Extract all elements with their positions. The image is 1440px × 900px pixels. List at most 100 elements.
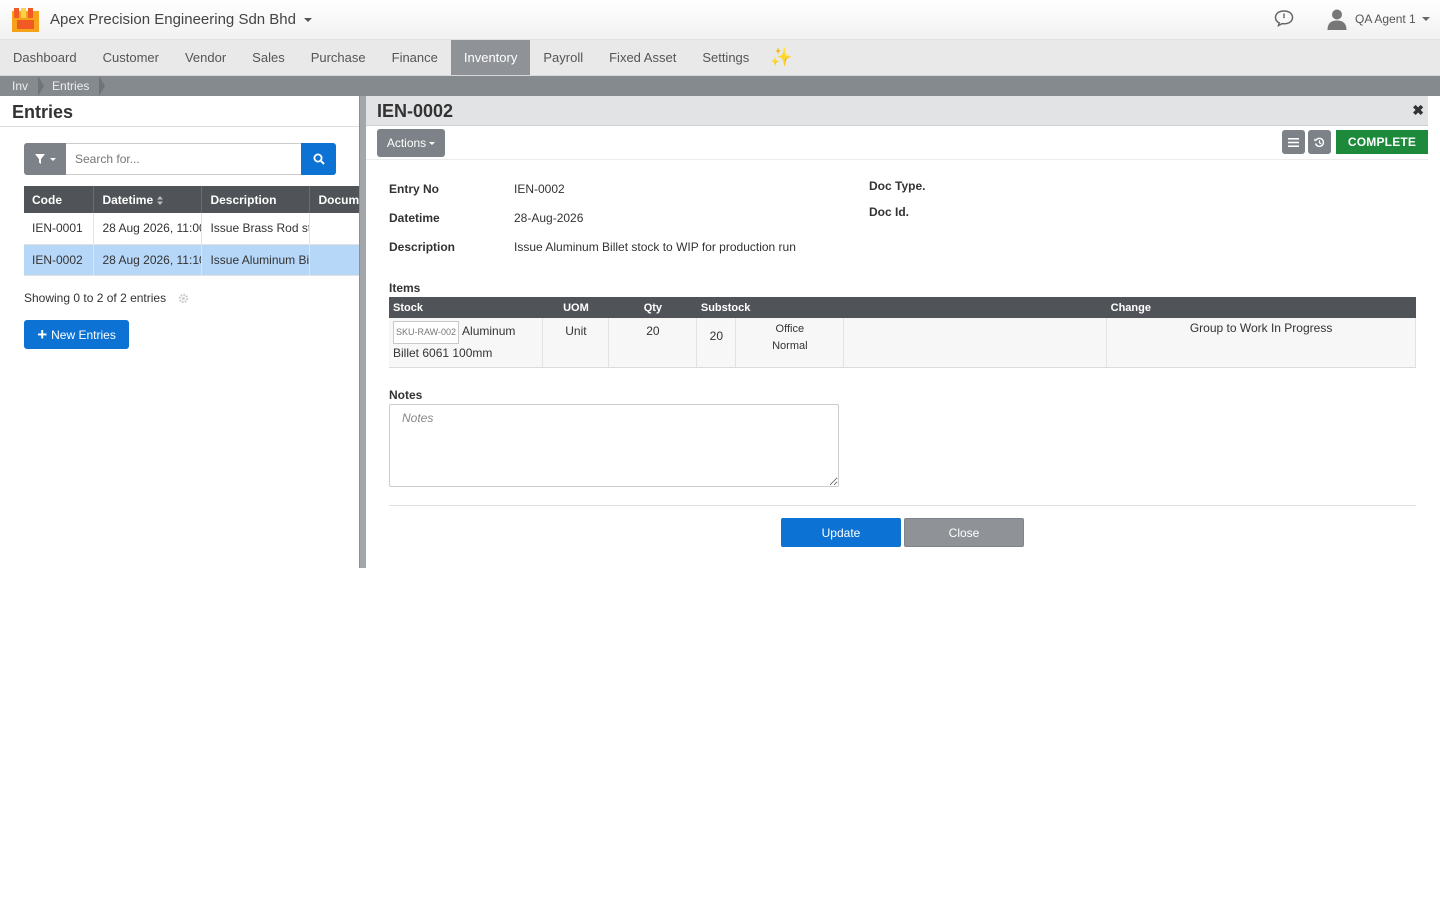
doc-type-label: Doc Type. [869, 179, 926, 193]
cell-datetime: 28 Aug 2026, 11:10 [93, 244, 203, 276]
filter-icon [34, 154, 45, 164]
column-header-change: Change [1106, 297, 1416, 318]
doc-id-label: Doc Id. [869, 205, 910, 219]
item-qty: 20 [608, 318, 698, 368]
detail-header: IEN-0002 ✖ [366, 96, 1428, 126]
table-row[interactable]: IEN-0002 28 Aug 2026, 11:10 Issue Alumin… [24, 244, 360, 276]
list-view-button[interactable] [1282, 130, 1305, 154]
item-row[interactable]: SKU-RAW-002 Aluminum Billet 6061 100mm Un… [389, 318, 1416, 368]
nav-inventory[interactable]: Inventory [450, 40, 531, 75]
close-button[interactable]: Close [904, 518, 1024, 547]
history-button[interactable] [1308, 130, 1331, 154]
chevron-down-icon [49, 157, 56, 161]
cell-datetime: 28 Aug 2026, 11:00 [93, 213, 203, 245]
history-icon [1314, 137, 1325, 147]
breadcrumb: Inv Entries [0, 76, 1440, 96]
sparkle-icon[interactable]: ✨ [762, 40, 800, 75]
cell-code: IEN-0001 [24, 213, 95, 245]
column-header-substock: Substock [696, 297, 1107, 318]
entry-no-value: IEN-0002 [514, 182, 565, 196]
column-header-code[interactable]: Code [24, 186, 95, 213]
cell-document [309, 213, 360, 245]
chevron-down-icon [304, 18, 312, 23]
entry-detail-panel: IEN-0002 ✖ Actions COMPLETE Entry No IEN… [366, 96, 1428, 568]
list-icon [1288, 137, 1299, 147]
app-logo-icon[interactable] [12, 8, 39, 32]
nav-payroll[interactable]: Payroll [530, 40, 596, 75]
items-label: Items [389, 281, 421, 295]
actions-label: Actions [386, 136, 427, 150]
nav-fixed-asset[interactable]: Fixed Asset [596, 40, 689, 75]
chevron-down-icon [1421, 17, 1430, 21]
column-header-uom: UOM [542, 297, 609, 318]
gear-icon[interactable] [178, 293, 189, 304]
sku-badge: SKU-RAW-002 [393, 321, 460, 344]
search-icon [313, 153, 325, 165]
column-header-description[interactable]: Description [201, 186, 311, 213]
list-title: Entries [12, 102, 74, 122]
update-button[interactable]: Update [781, 518, 901, 547]
status-badge: COMPLETE [1336, 130, 1428, 154]
filter-button[interactable] [24, 143, 66, 175]
main-nav: Dashboard Customer Vendor Sales Purchase… [0, 40, 1440, 76]
item-substock-type: Normal [772, 340, 808, 352]
divider [389, 505, 1416, 506]
plus-icon: + [37, 325, 48, 344]
close-icon[interactable]: ✖ [1412, 102, 1424, 119]
user-avatar-icon [1327, 9, 1347, 30]
cell-code: IEN-0002 [24, 244, 95, 276]
nav-finance[interactable]: Finance [379, 40, 451, 75]
detail-toolbar: Actions COMPLETE [366, 127, 1428, 160]
nav-customer[interactable]: Customer [90, 40, 172, 75]
breadcrumb-entries[interactable]: Entries [38, 76, 106, 96]
datetime-value: 28-Aug-2026 [514, 211, 584, 225]
entries-table: Code Datetime Description Docum IEN-0001… [24, 186, 360, 276]
item-uom: Unit [542, 318, 610, 368]
user-name: QA Agent 1 [1355, 12, 1416, 26]
detail-title: IEN-0002 [377, 101, 454, 121]
column-header-stock: Stock [389, 297, 543, 318]
pagination-info: Showing 0 to 2 of 2 entries [24, 291, 189, 305]
search-button[interactable] [301, 143, 336, 175]
chevron-down-icon [429, 141, 436, 145]
actions-dropdown[interactable]: Actions [377, 129, 445, 157]
item-change: Group to Work In Progress [1106, 318, 1416, 368]
description-label: Description [389, 240, 456, 254]
column-header-document[interactable]: Docum [309, 186, 360, 213]
nav-vendor[interactable]: Vendor [172, 40, 239, 75]
sort-icon [157, 195, 164, 205]
entry-no-label: Entry No [389, 182, 440, 196]
company-name: Apex Precision Engineering Sdn Bhd [50, 11, 296, 28]
item-substock-qty: 20 [696, 318, 737, 368]
nav-purchase[interactable]: Purchase [298, 40, 379, 75]
new-entries-label: New Entries [51, 327, 116, 342]
item-substock-location: Office [775, 323, 805, 335]
breadcrumb-inv[interactable]: Inv [0, 76, 45, 96]
description-value: Issue Aluminum Billet stock to WIP for p… [514, 240, 796, 254]
items-table: Stock UOM Qty Substock Change SKU-RAW-00… [389, 297, 1416, 368]
panel-resize-handle[interactable] [359, 96, 366, 568]
nav-sales[interactable]: Sales [239, 40, 298, 75]
datetime-label: Datetime [389, 211, 440, 225]
cell-description: Issue Aluminum Bi [201, 244, 311, 276]
notes-textarea[interactable] [389, 404, 839, 487]
item-substock-extra [843, 318, 1108, 368]
cell-document [309, 244, 360, 276]
nav-dashboard[interactable]: Dashboard [0, 40, 90, 75]
company-switcher[interactable]: Apex Precision Engineering Sdn Bhd [50, 11, 312, 28]
entries-list-panel: Entries Code Datetime Description Docum … [0, 96, 360, 568]
cell-description: Issue Brass Rod st [201, 213, 311, 245]
new-entries-button[interactable]: + New Entries [24, 320, 129, 349]
table-row[interactable]: IEN-0001 28 Aug 2026, 11:00 Issue Brass … [24, 213, 360, 245]
item-substock-detail: Office Normal [735, 318, 845, 368]
showing-text: Showing 0 to 2 of 2 entries [24, 291, 167, 305]
column-header-qty: Qty [608, 297, 697, 318]
top-bar: Apex Precision Engineering Sdn Bhd QA Ag… [0, 0, 1440, 40]
user-menu[interactable]: QA Agent 1 [1326, 6, 1430, 32]
item-stock-cell: SKU-RAW-002 Aluminum Billet 6061 100mm [389, 318, 544, 368]
chat-icon[interactable] [1274, 9, 1294, 27]
divider [0, 126, 360, 127]
column-header-datetime[interactable]: Datetime [93, 186, 203, 213]
nav-settings[interactable]: Settings [689, 40, 762, 75]
search-input[interactable] [66, 143, 302, 175]
